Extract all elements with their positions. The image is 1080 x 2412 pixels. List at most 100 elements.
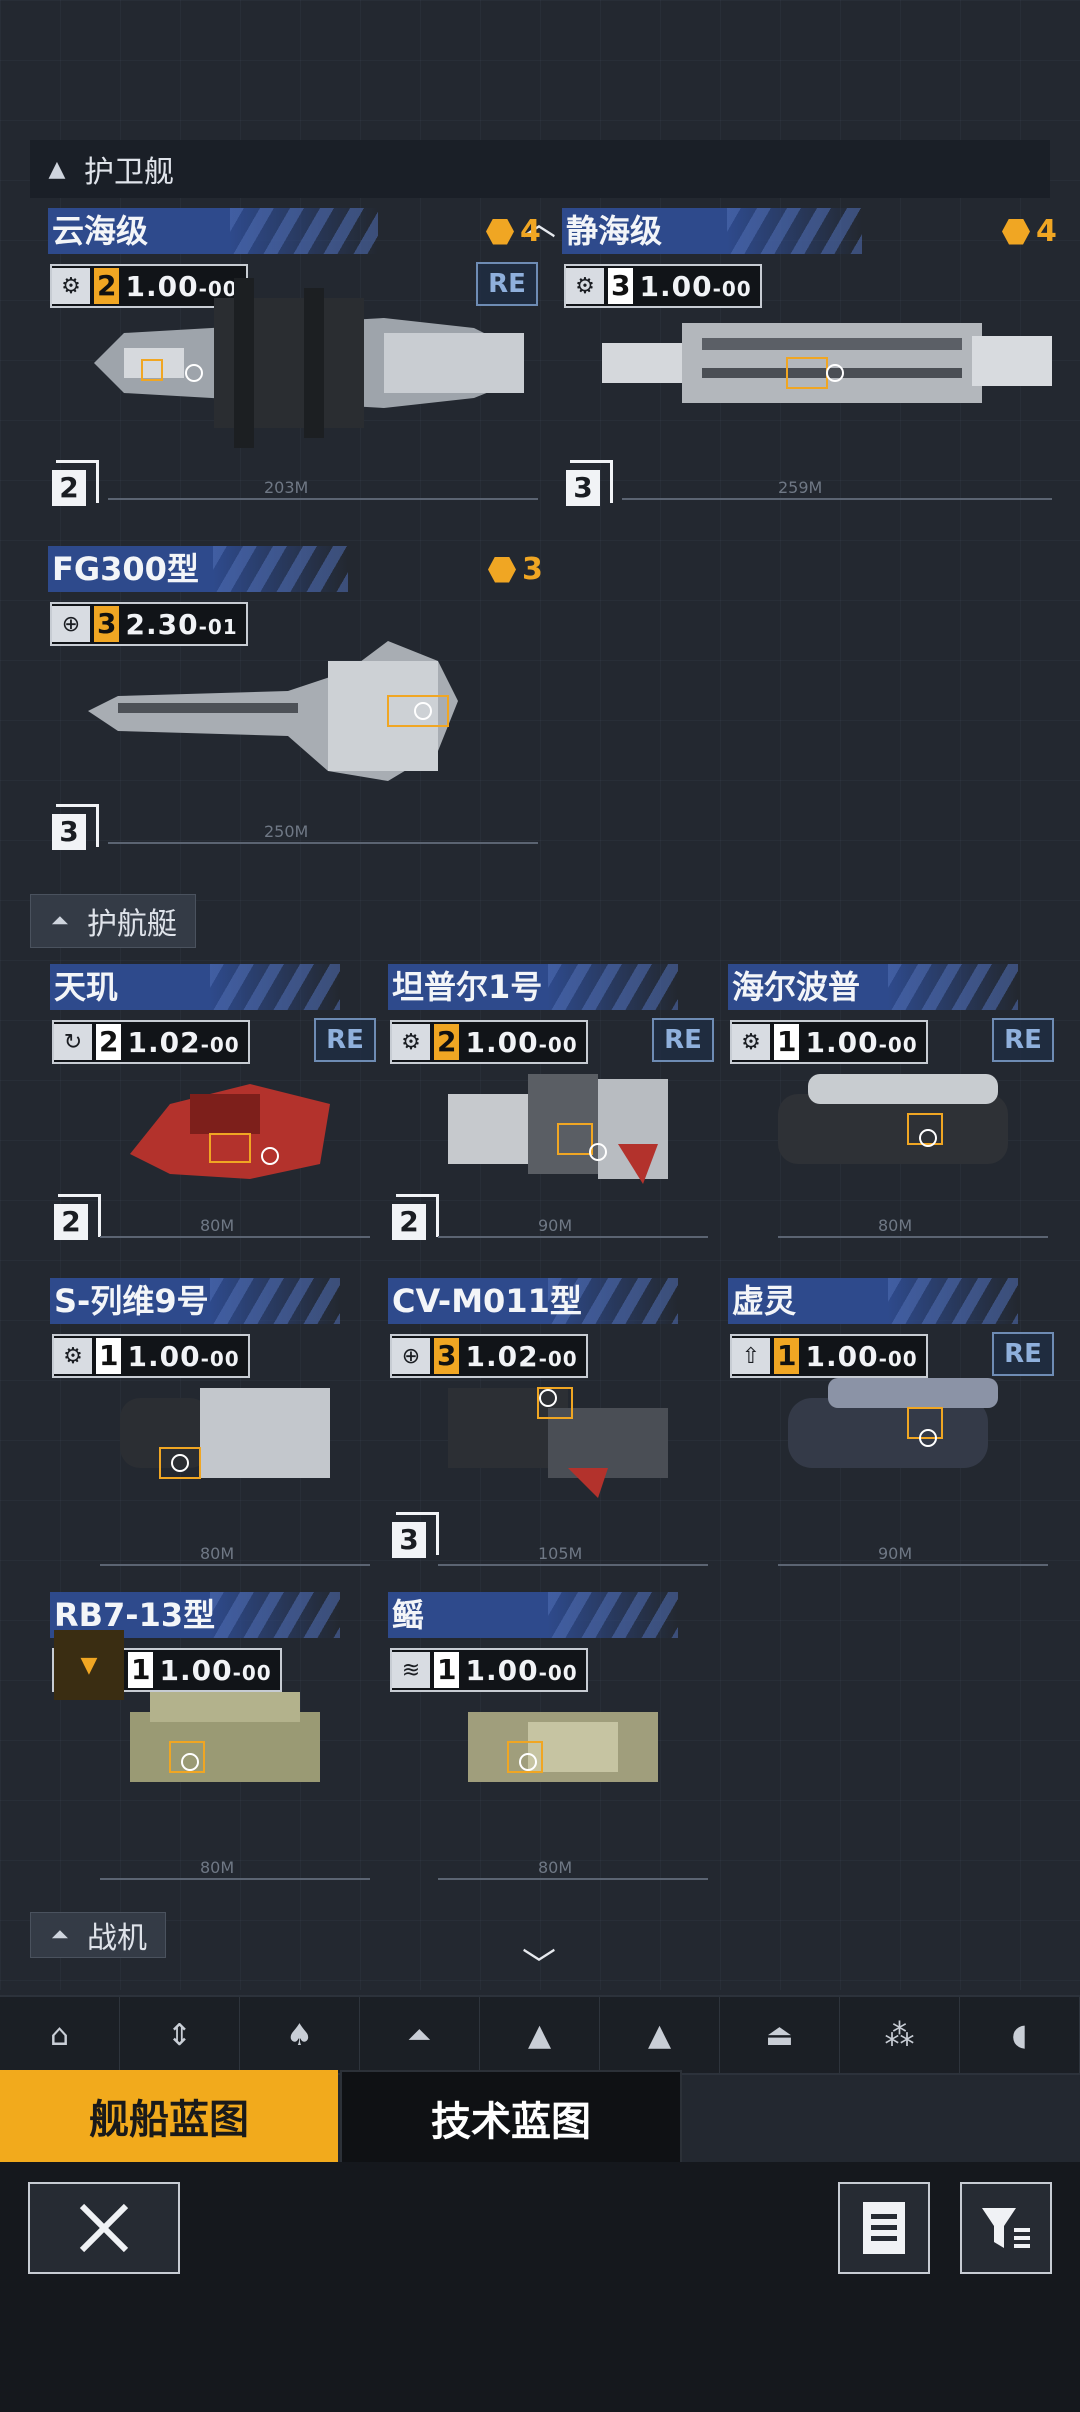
stat-suffix: -00 bbox=[538, 1660, 578, 1685]
ruler-label: 203M bbox=[264, 478, 309, 497]
ship-image bbox=[130, 1692, 320, 1782]
section-header-fighter[interactable]: ⏶ 战机 bbox=[30, 1912, 166, 1958]
ship-image bbox=[468, 1712, 658, 1782]
tab-class-destroyer[interactable]: ⏶ bbox=[360, 1997, 480, 2073]
tab-class-cruiser[interactable]: ♠ bbox=[240, 1997, 360, 2073]
ship-card-rb7-13[interactable]: RB7-13型 ▼ 1 1.00-00 80M bbox=[50, 1592, 375, 1882]
count-badge: 3 bbox=[566, 460, 613, 506]
close-button[interactable] bbox=[28, 2182, 180, 2274]
section-label-frigate: 护卫舰 bbox=[84, 155, 174, 190]
stat-suffix: -00 bbox=[712, 276, 752, 301]
ship-name: CV-M011型 bbox=[392, 1282, 582, 1320]
stat-value: 1.00-00 bbox=[799, 1026, 925, 1059]
ship-image bbox=[448, 1074, 668, 1184]
re-badge: RE bbox=[992, 1018, 1054, 1062]
ship-card-hale-bopp[interactable]: 海尔波普 ⚙ 1 1.00-00 RE 80M bbox=[728, 964, 1054, 1254]
rocket-icon: ⇧ bbox=[732, 1338, 770, 1374]
section-header-frigate[interactable]: ▲ 护卫舰 bbox=[30, 140, 1050, 198]
stat-level: 3 bbox=[94, 606, 120, 642]
tab-tech-blueprint[interactable]: 技术蓝图 bbox=[340, 2070, 682, 2166]
count-badge: 2 bbox=[54, 1194, 101, 1240]
ruler-label: 259M bbox=[778, 478, 823, 497]
ruler-label: 90M bbox=[878, 1544, 913, 1563]
cruiser-class-icon: ♠ bbox=[286, 2017, 313, 2053]
fighter-group-icon: ⁂ bbox=[884, 2017, 915, 2053]
star-rating: 3 bbox=[488, 552, 543, 587]
triangle-icon: ▲ bbox=[48, 156, 66, 182]
star-count: 3 bbox=[522, 552, 543, 587]
stat-value: 1.02-00 bbox=[121, 1026, 247, 1059]
tab-class-fighter[interactable]: ⁂ bbox=[840, 1997, 960, 2073]
stat-level: 1 bbox=[128, 1652, 154, 1688]
ship-card-tempel1[interactable]: 坦普尔1号 ⚙ 2 1.00-00 RE 2 90M bbox=[388, 964, 714, 1254]
stat-row: ↻ 2 1.02-00 bbox=[52, 1020, 250, 1064]
ruler-label: 250M bbox=[264, 822, 309, 841]
ship-name: FG300型 bbox=[52, 550, 199, 588]
chevron-down-icon[interactable]: ﹀ bbox=[522, 1938, 556, 1987]
filter-button[interactable] bbox=[960, 2182, 1052, 2274]
ship-name: 海尔波普 bbox=[732, 968, 861, 1006]
ship-name: 静海级 bbox=[566, 212, 663, 250]
gear-icon: ⚙ bbox=[392, 1024, 430, 1060]
star-hex-icon bbox=[1002, 218, 1030, 245]
stat-value: 1.00-00 bbox=[459, 1026, 585, 1059]
ship-card-cv-m011[interactable]: CV-M011型 ⊕ 3 1.02-00 3 105M bbox=[388, 1278, 713, 1568]
count-badge: 3 bbox=[52, 804, 99, 850]
ship-card-fg300[interactable]: FG300型 3 ⊕ 3 2.30-01 3 250M bbox=[48, 546, 548, 866]
swirl-icon: ↻ bbox=[54, 1024, 92, 1060]
ship-card-ray[interactable]: 鳐 ≋ 1 1.00-00 80M bbox=[388, 1592, 713, 1882]
tab-class-other[interactable]: ◖ bbox=[960, 1997, 1080, 2073]
gear-icon: ⚙ bbox=[732, 1024, 770, 1060]
ship-name: 虚灵 bbox=[732, 1282, 797, 1320]
triangle-down-icon: ▼ bbox=[54, 1630, 124, 1700]
battlecruiser-class-icon: ⇕ bbox=[166, 2017, 193, 2053]
stat-suffix: -00 bbox=[538, 1346, 578, 1371]
stat-row: ≋ 1 1.00-00 bbox=[390, 1648, 588, 1692]
dome-icon: ◖ bbox=[1011, 2017, 1028, 2053]
ship-card-yunhai[interactable]: 云海级 4 ⚙ 2 1.00-00 RE 2 203M bbox=[48, 208, 548, 508]
document-list-icon bbox=[863, 2202, 905, 2254]
star-hex-icon bbox=[486, 218, 514, 245]
ruler-line bbox=[622, 498, 1052, 500]
ship-card-jinghai[interactable]: 静海级 4 ⚙ 3 1.00-00 3 259M bbox=[562, 208, 1062, 508]
ship-image bbox=[94, 278, 524, 448]
corvette-class-icon: ⏶ bbox=[51, 908, 69, 934]
ship-card-tianji[interactable]: 天玑 ↻ 2 1.02-00 RE 2 80M bbox=[50, 964, 376, 1254]
carrier-class-icon: ⌂ bbox=[49, 2017, 70, 2053]
gear-icon: ⚙ bbox=[566, 268, 604, 304]
ruler-label: 105M bbox=[538, 1544, 583, 1563]
ruler-line bbox=[100, 1878, 370, 1880]
stat-main: 2.30 bbox=[125, 607, 199, 641]
tab-ship-blueprint[interactable]: 舰船蓝图 bbox=[0, 2070, 338, 2162]
stat-row: ⊕ 3 2.30-01 bbox=[50, 602, 248, 646]
section-header-corvette[interactable]: ⏶ 护航艇 bbox=[30, 894, 196, 948]
ship-card-s-levy9[interactable]: S-列维9号 ⚙ 1 1.00-00 80M bbox=[50, 1278, 375, 1568]
count-badge: 2 bbox=[52, 460, 99, 506]
stat-level: 3 bbox=[608, 268, 634, 304]
tab-class-frigate[interactable]: ▲ bbox=[480, 1997, 600, 2073]
gear-icon: ⚙ bbox=[54, 1338, 92, 1374]
list-button[interactable] bbox=[838, 2182, 930, 2274]
ship-image bbox=[788, 1378, 998, 1468]
ruler-line bbox=[438, 1564, 708, 1566]
tab-class-corvette-alt[interactable]: ▲ bbox=[600, 1997, 720, 2073]
tab-class-corvette[interactable]: ⏏ bbox=[720, 1997, 840, 2073]
ship-name: 天玑 bbox=[54, 968, 119, 1006]
stat-value: 1.00-00 bbox=[459, 1654, 585, 1687]
ship-card-xuling[interactable]: 虚灵 ⇧ 1 1.00-00 RE 90M bbox=[728, 1278, 1054, 1568]
ruler-line bbox=[100, 1564, 370, 1566]
stat-value: 1.00-00 bbox=[153, 1654, 279, 1687]
tab-class-battlecruiser[interactable]: ⇕ bbox=[120, 1997, 240, 2073]
stat-suffix: -00 bbox=[878, 1032, 918, 1057]
ruler-label: 80M bbox=[200, 1544, 235, 1563]
ship-image bbox=[602, 323, 1052, 403]
tab-class-carrier[interactable]: ⌂ bbox=[0, 1997, 120, 2073]
stat-suffix: -00 bbox=[200, 1032, 240, 1057]
ship-name: 坦普尔1号 bbox=[392, 968, 543, 1006]
fighter-class-icon: ⏶ bbox=[51, 1922, 69, 1948]
ship-image bbox=[448, 1387, 668, 1498]
stat-level: 1 bbox=[434, 1652, 460, 1688]
globe-icon: ⊕ bbox=[52, 606, 90, 642]
ship-name: 云海级 bbox=[52, 212, 149, 250]
stat-main: 1.00 bbox=[805, 1025, 879, 1059]
